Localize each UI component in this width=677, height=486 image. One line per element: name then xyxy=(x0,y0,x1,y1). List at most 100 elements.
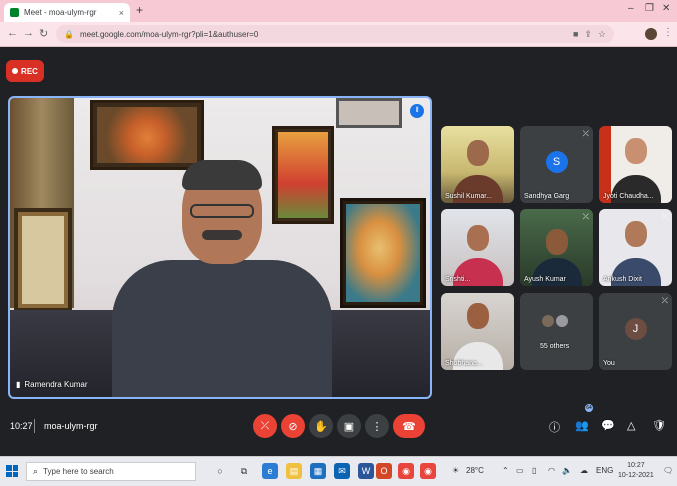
main-speaker-tile[interactable]: ⦀ ▮ Ramendra Kumar xyxy=(8,96,432,399)
participant-name: Ayush Kumar xyxy=(524,276,566,283)
notifications-icon[interactable]: 🗨 xyxy=(663,466,673,475)
avatar xyxy=(556,315,568,327)
profile-avatar[interactable] xyxy=(645,28,657,40)
others-count: 55 others xyxy=(540,343,570,350)
meeting-details-icon[interactable]: ⓘ xyxy=(549,419,560,435)
opera-icon[interactable]: O xyxy=(376,463,392,479)
clock-time: 10:27 xyxy=(627,462,645,469)
onedrive-icon[interactable]: ☁ xyxy=(580,466,588,475)
network-icon[interactable]: ▭ xyxy=(516,466,524,475)
bookmark-star-icon[interactable]: ☆ xyxy=(598,29,606,40)
speaking-indicator-icon: ⦀ xyxy=(410,104,424,118)
present-screen-button[interactable]: ▣ xyxy=(337,414,361,438)
lock-icon: 🔒 xyxy=(64,29,74,39)
people-icon[interactable]: 👥 xyxy=(575,419,589,432)
wifi-icon[interactable]: ◠ xyxy=(548,466,555,475)
chat-icon[interactable]: 💬 xyxy=(601,419,615,432)
speaker-video xyxy=(102,156,342,397)
more-options-button[interactable]: ⋮ xyxy=(365,414,389,438)
participant-name: Shobhana... xyxy=(445,360,483,367)
avatar: S xyxy=(545,150,568,173)
volume-icon[interactable]: 🔈 xyxy=(562,466,572,475)
taskbar-search-input[interactable]: ⌕ Type here to search xyxy=(26,462,196,481)
host-controls-icon[interactable]: 🛡 xyxy=(652,419,666,432)
browser-tab[interactable]: Meet - moa-ulym-rgr × xyxy=(4,3,130,22)
weather-temp: 28°C xyxy=(466,466,484,475)
recording-badge[interactable]: REC xyxy=(6,60,44,82)
tab-title: Meet - moa-ulym-rgr xyxy=(24,8,97,17)
camera-icon[interactable]: ■ xyxy=(573,29,578,39)
participant-tile[interactable]: ⤫ Ankush Dixit xyxy=(599,209,672,286)
cortana-icon[interactable]: ○ xyxy=(212,463,228,479)
raise-hand-button[interactable]: ✋ xyxy=(309,414,333,438)
chrome-icon[interactable]: ◉ xyxy=(398,463,414,479)
speaker-nameplate: ▮ Ramendra Kumar xyxy=(16,380,88,389)
participant-name: Sandhya Garg xyxy=(524,193,570,200)
camera-toggle-button[interactable]: ⊘ xyxy=(281,414,305,438)
mail-icon[interactable]: ✉ xyxy=(334,463,350,479)
task-view-icon[interactable]: ⧉ xyxy=(236,463,252,479)
minimize-icon[interactable]: – xyxy=(628,3,634,14)
mic-toggle-button[interactable]: ⤫ xyxy=(253,414,277,438)
painting-small xyxy=(336,98,402,128)
search-icon: ⌕ xyxy=(33,466,39,476)
battery-icon[interactable]: ▯ xyxy=(532,466,536,475)
browser-tab-bar: Meet - moa-ulym-rgr × + – ❐ ✕ xyxy=(0,0,677,22)
participant-name: Srishti... xyxy=(445,276,471,283)
window-close-icon[interactable]: ✕ xyxy=(662,3,670,14)
word-icon[interactable]: W xyxy=(358,463,374,479)
url-text: meet.google.com/moa-ulym-rgr?pli=1&authu… xyxy=(79,29,259,39)
windows-taskbar: ⌕ Type here to search ○ ⧉ e ▤ ▦ ✉ W O ◉ … xyxy=(0,456,677,486)
participant-tile[interactable]: ⤫ Ayush Kumar xyxy=(520,209,593,286)
maximize-icon[interactable]: ❐ xyxy=(645,3,654,14)
meeting-controls-bar: 10:27 moa-ulym-rgr ⤫ ⊘ ✋ ▣ ⋮ ☎ ⓘ 👥 💬 △ 🛡 xyxy=(0,410,677,450)
painting-buddha xyxy=(340,198,426,308)
edge-icon[interactable]: e xyxy=(262,463,278,479)
divider xyxy=(34,419,35,433)
participant-name: Ankush Dixit xyxy=(603,276,642,283)
mic-off-icon: ⤫ xyxy=(661,296,668,305)
weather-icon[interactable]: ☀ xyxy=(452,466,459,475)
back-icon[interactable]: ← xyxy=(7,27,18,39)
certificate-frame xyxy=(14,208,72,312)
participant-tile[interactable]: Shobhana... xyxy=(441,293,514,370)
self-tile[interactable]: ⤫ J You xyxy=(599,293,672,370)
mic-off-icon: ⤫ xyxy=(661,212,668,221)
language-indicator[interactable]: ENG xyxy=(596,466,613,475)
tray-up-icon[interactable]: ⌃ xyxy=(502,466,509,475)
share-icon[interactable]: ⇪ xyxy=(584,29,592,40)
others-tile[interactable]: 55 others xyxy=(520,293,593,370)
participant-name: Jyoti Chaudha... xyxy=(603,193,654,200)
file-explorer-icon[interactable]: ▤ xyxy=(286,463,302,479)
activities-icon[interactable]: △ xyxy=(627,419,635,432)
close-tab-icon[interactable]: × xyxy=(119,8,124,18)
participant-tile[interactable]: Jyoti Chaudha... xyxy=(599,126,672,203)
meeting-code: moa-ulym-rgr xyxy=(44,421,98,431)
participant-tile[interactable]: Srishti... xyxy=(441,209,514,286)
address-bar-row: ← → ↻ 🔒 meet.google.com/moa-ulym-rgr?pli… xyxy=(0,22,677,47)
speaker-name: Ramendra Kumar xyxy=(24,380,88,389)
meet-favicon-icon xyxy=(10,8,19,17)
new-tab-button[interactable]: + xyxy=(136,3,143,17)
url-bar[interactable]: 🔒 meet.google.com/moa-ulym-rgr?pli=1&aut… xyxy=(56,25,614,43)
participant-name: You xyxy=(603,360,615,367)
participant-tile[interactable]: Sushil Kumar... xyxy=(441,126,514,203)
windows-start-icon[interactable] xyxy=(6,465,18,477)
search-placeholder: Type here to search xyxy=(43,467,114,476)
pin-icon[interactable]: ▮ xyxy=(16,380,20,389)
participant-tile[interactable]: ⤫ S Sandhya Garg xyxy=(520,126,593,203)
end-call-button[interactable]: ☎ xyxy=(393,414,425,438)
chrome-active-icon[interactable]: ◉ xyxy=(420,463,436,479)
reload-icon[interactable]: ↻ xyxy=(39,27,48,40)
store-icon[interactable]: ▦ xyxy=(310,463,326,479)
avatar: J xyxy=(624,317,647,340)
participant-count-badge: 64 xyxy=(585,404,593,412)
forward-icon[interactable]: → xyxy=(23,27,34,39)
meeting-time: 10:27 xyxy=(10,421,33,431)
browser-menu-icon[interactable]: ⋮ xyxy=(663,27,673,38)
recording-label: REC xyxy=(21,66,38,76)
system-clock[interactable]: 10:27 10-12-2021 xyxy=(618,461,654,481)
record-dot-icon xyxy=(12,68,19,74)
mic-off-icon: ⤫ xyxy=(582,212,589,221)
avatar xyxy=(542,315,554,327)
